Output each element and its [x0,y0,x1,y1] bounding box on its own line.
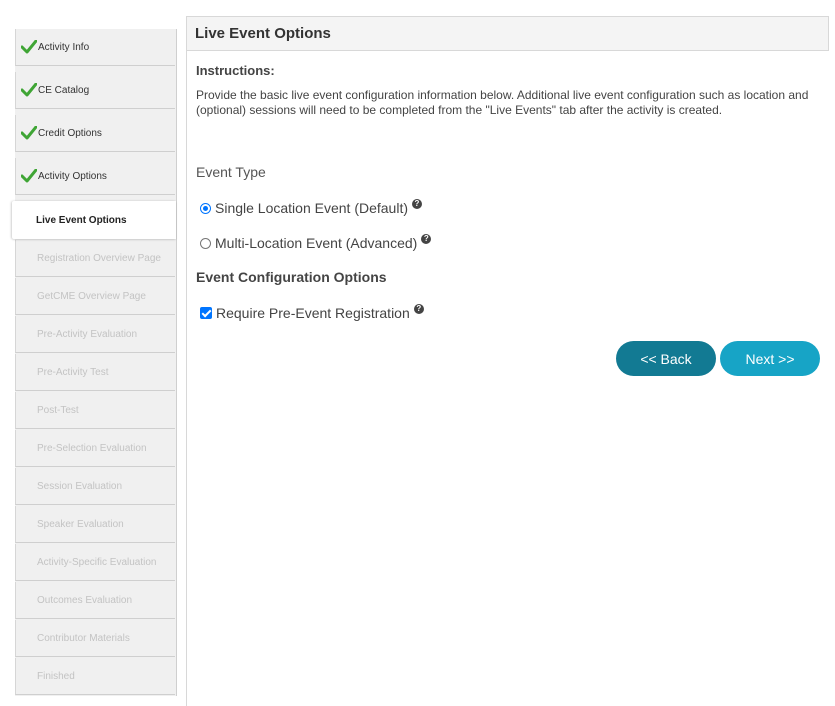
sidebar-item-label: Session Evaluation [37,480,123,492]
sidebar-item-activity-options[interactable]: Activity Options [15,158,175,195]
sidebar-item-label: GetCME Overview Page [37,290,146,302]
sidebar-item-label: Contributor Materials [37,632,130,644]
single-location-radio[interactable] [200,202,211,214]
green-checkmark-icon [21,169,37,183]
sidebar-item-ce-catalog[interactable]: CE Catalog [15,72,175,109]
multi-location-label[interactable]: Multi-Location Event (Advanced) [215,235,417,251]
sidebar-item-label: Pre-Activity Test [37,366,109,378]
sidebar-item-contributor-materials[interactable]: Contributor Materials [15,620,175,657]
sidebar-item-label: Post-Test [37,404,79,416]
sidebar-item-post-test[interactable]: Post-Test [15,392,175,429]
sidebar-item-label: Activity Options [38,170,107,182]
sidebar-item-registration-overview-page[interactable]: Registration Overview Page [15,240,175,277]
sidebar-item-pre-activity-test[interactable]: Pre-Activity Test [15,354,175,391]
sidebar-item-live-event-options[interactable]: Live Event Options [12,201,176,239]
sidebar-item-label: Finished [37,670,75,682]
question-circle-icon[interactable]: ? [413,304,424,314]
sidebar-item-pre-selection-evaluation[interactable]: Pre-Selection Evaluation [15,430,175,467]
event-configuration-title: Event Configuration Options [196,269,387,285]
page-title: Live Event Options [187,16,829,51]
sidebar-item-outcomes-evaluation[interactable]: Outcomes Evaluation [15,582,175,619]
sidebar-item-label: Speaker Evaluation [37,518,124,530]
require-registration-checkbox[interactable] [200,307,212,319]
sidebar-item-pre-activity-evaluation[interactable]: Pre-Activity Evaluation [15,316,175,353]
sidebar-item-finished[interactable]: Finished [15,658,175,695]
multi-location-option[interactable]: Multi-Location Event (Advanced) ? [200,234,432,251]
sidebar-item-label: Activity-Specific Evaluation [37,556,157,568]
sidebar-item-activity-info[interactable]: Activity Info [15,29,175,66]
next-button[interactable]: Next >> [720,341,820,376]
green-checkmark-icon [21,83,37,97]
green-checkmark-icon [21,40,37,54]
single-location-option[interactable]: Single Location Event (Default) ? [200,199,422,216]
sidebar-item-label: Credit Options [38,127,102,139]
single-location-label[interactable]: Single Location Event (Default) [215,200,408,216]
instructions-text: Provide the basic live event configurati… [196,88,809,117]
back-button[interactable]: << Back [616,341,716,376]
sidebar-item-getcme-overview-page[interactable]: GetCME Overview Page [15,278,175,315]
sidebar-item-activity-specific-evaluation[interactable]: Activity-Specific Evaluation [15,544,175,581]
sidebar-item-label: Outcomes Evaluation [37,594,133,606]
event-type-label: Event Type [196,164,266,180]
question-circle-icon[interactable]: ? [412,199,422,209]
instructions-title: Instructions: [196,63,275,78]
require-registration-label[interactable]: Require Pre-Event Registration [216,305,410,321]
sidebar-item-speaker-evaluation[interactable]: Speaker Evaluation [15,506,175,543]
sidebar-item-label: Pre-Activity Evaluation [37,328,138,340]
require-registration-option[interactable]: Require Pre-Event Registration ? [200,304,424,321]
sidebar-item-label: Live Event Options [36,214,127,226]
sidebar-item-label: Pre-Selection Evaluation [37,442,147,454]
sidebar-item-credit-options[interactable]: Credit Options [15,115,175,152]
multi-location-radio[interactable] [200,237,211,249]
sidebar-item-label: Activity Info [38,41,90,53]
content-divider [186,16,187,706]
sidebar-item-label: CE Catalog [38,84,90,96]
green-checkmark-icon [21,126,37,140]
sidebar-item-session-evaluation[interactable]: Session Evaluation [15,468,175,505]
wizard-sidebar: Activity Info CE Catalog Credit Options … [12,29,177,696]
sidebar-item-label: Registration Overview Page [37,252,161,264]
question-circle-icon[interactable]: ? [421,234,432,244]
